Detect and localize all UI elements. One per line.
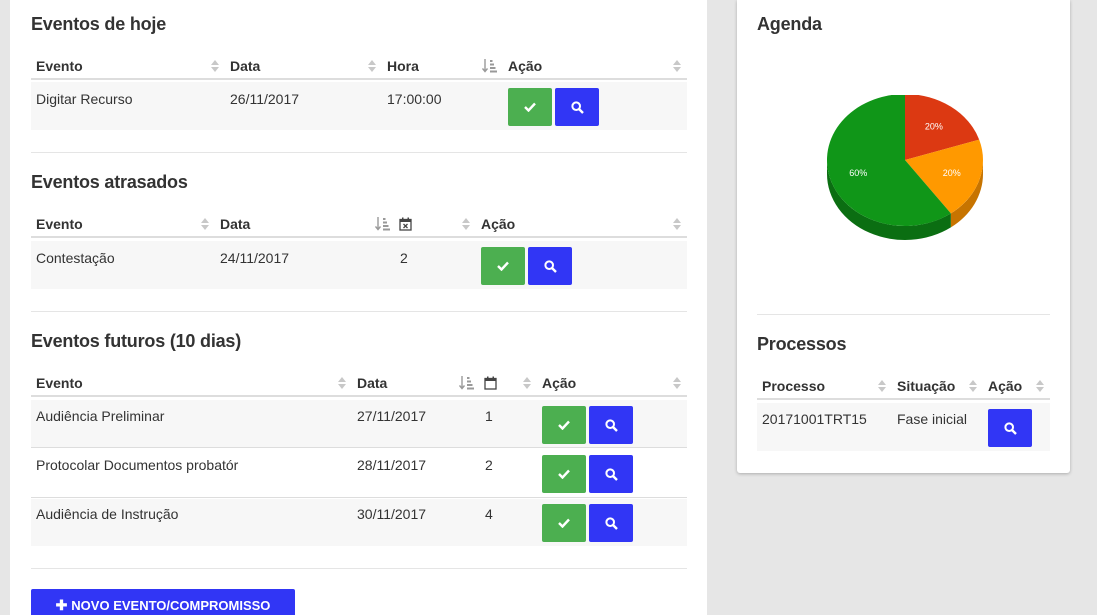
complete-button[interactable] bbox=[542, 455, 586, 493]
event-name: Audiência de Instrução bbox=[36, 506, 179, 522]
future-events-title: Eventos futuros (10 dias) bbox=[31, 331, 242, 351]
new-event-label: NOVO EVENTO/COMPROMISSO bbox=[71, 598, 271, 613]
search-icon bbox=[604, 516, 618, 530]
search-icon bbox=[604, 467, 618, 481]
days-late: 2 bbox=[400, 250, 408, 266]
col-situacao-header[interactable]: Situação bbox=[897, 374, 955, 398]
col-acao-header[interactable]: Ação bbox=[508, 54, 542, 78]
check-icon bbox=[524, 102, 536, 112]
table-row: Audiência de Instrução 30/11/2017 4 bbox=[31, 499, 687, 546]
check-icon bbox=[558, 469, 570, 479]
event-date: 27/11/2017 bbox=[357, 408, 427, 424]
sort-icon[interactable] bbox=[338, 376, 346, 390]
pie-slice-label: 20% bbox=[925, 121, 943, 131]
table-row: Audiência Preliminar 27/11/2017 1 bbox=[31, 400, 687, 448]
table-row: Digitar Recurso 26/11/2017 17:00:00 bbox=[31, 82, 687, 130]
event-name: Protocolar Documentos probatór bbox=[36, 457, 239, 473]
view-button[interactable] bbox=[555, 88, 599, 126]
event-name: Digitar Recurso bbox=[36, 91, 133, 107]
days-until: 2 bbox=[485, 457, 493, 473]
view-button[interactable] bbox=[589, 504, 633, 542]
sort-ascending-icon[interactable] bbox=[482, 58, 498, 74]
sort-icon[interactable] bbox=[673, 217, 681, 231]
pie-slices bbox=[827, 95, 983, 226]
search-icon bbox=[604, 418, 618, 432]
search-icon bbox=[1003, 421, 1017, 435]
sort-icon[interactable] bbox=[878, 379, 886, 393]
processos-title: Processos bbox=[757, 334, 847, 354]
sort-ascending-icon[interactable] bbox=[459, 375, 475, 391]
check-icon bbox=[558, 420, 570, 430]
view-button[interactable] bbox=[589, 455, 633, 493]
col-data-header[interactable]: Data bbox=[357, 371, 387, 395]
processo-number: 20171001TRT15 bbox=[762, 411, 867, 427]
days-until: 1 bbox=[485, 408, 493, 424]
table-row: 20171001TRT15 Fase inicial bbox=[757, 403, 1050, 451]
event-name: Audiência Preliminar bbox=[36, 408, 165, 424]
col-evento-header[interactable]: Evento bbox=[36, 54, 83, 78]
sort-ascending-icon[interactable] bbox=[375, 216, 391, 232]
col-data-header[interactable]: Data bbox=[230, 54, 260, 78]
agenda-pie-chart: 20% 20% 60% bbox=[827, 95, 983, 241]
processos-table-header: Processo Situação Ação bbox=[757, 374, 1050, 400]
sort-icon[interactable] bbox=[368, 59, 376, 73]
complete-button[interactable] bbox=[481, 247, 525, 285]
today-table-header: Evento Data Hora Ação bbox=[31, 54, 687, 80]
view-button[interactable] bbox=[988, 409, 1032, 447]
days-until: 4 bbox=[485, 506, 493, 522]
event-date: 28/11/2017 bbox=[357, 457, 427, 473]
pie-slice-label: 20% bbox=[943, 168, 961, 178]
calendar-overdue-icon[interactable] bbox=[399, 217, 412, 231]
view-button[interactable] bbox=[528, 247, 572, 285]
divider bbox=[31, 152, 687, 153]
col-acao-header[interactable]: Ação bbox=[988, 374, 1022, 398]
col-data-header[interactable]: Data bbox=[220, 212, 250, 236]
calendar-icon[interactable] bbox=[484, 376, 497, 390]
search-icon bbox=[543, 259, 557, 273]
sort-icon[interactable] bbox=[969, 379, 977, 393]
divider bbox=[757, 314, 1050, 315]
future-table-header: Evento Data Ação bbox=[31, 371, 687, 397]
view-button[interactable] bbox=[589, 406, 633, 444]
sort-icon[interactable] bbox=[673, 59, 681, 73]
search-icon bbox=[570, 100, 584, 114]
sort-icon[interactable] bbox=[201, 217, 209, 231]
complete-button[interactable] bbox=[542, 406, 586, 444]
col-hora-header[interactable]: Hora bbox=[387, 54, 419, 78]
late-events-title: Eventos atrasados bbox=[31, 172, 188, 192]
col-acao-header[interactable]: Ação bbox=[481, 212, 515, 236]
late-table-header: Evento Data Ação bbox=[31, 212, 687, 238]
today-events-title: Eventos de hoje bbox=[31, 14, 167, 34]
divider bbox=[31, 568, 687, 569]
complete-button[interactable] bbox=[508, 88, 552, 126]
sort-icon[interactable] bbox=[462, 217, 470, 231]
check-icon bbox=[497, 261, 509, 271]
col-evento-header[interactable]: Evento bbox=[36, 371, 83, 395]
event-name: Contestação bbox=[36, 250, 115, 266]
event-time: 17:00:00 bbox=[387, 91, 442, 107]
col-processo-header[interactable]: Processo bbox=[762, 374, 825, 398]
event-date: 24/11/2017 bbox=[220, 250, 290, 266]
processo-status: Fase inicial bbox=[897, 411, 968, 427]
sort-icon[interactable] bbox=[523, 376, 531, 390]
check-icon bbox=[558, 518, 570, 528]
complete-button[interactable] bbox=[542, 504, 586, 542]
plus-icon: ✚ bbox=[55, 597, 68, 613]
divider bbox=[31, 311, 687, 312]
pie-slice-label: 60% bbox=[849, 168, 867, 178]
table-row: Protocolar Documentos probatór 28/11/201… bbox=[31, 449, 687, 498]
col-evento-header[interactable]: Evento bbox=[36, 212, 83, 236]
event-date: 26/11/2017 bbox=[230, 91, 300, 107]
col-acao-header[interactable]: Ação bbox=[542, 371, 576, 395]
sort-icon[interactable] bbox=[1036, 379, 1044, 393]
table-row: Contestação 24/11/2017 2 bbox=[31, 241, 687, 289]
agenda-title: Agenda bbox=[757, 14, 822, 34]
sort-icon[interactable] bbox=[211, 59, 219, 73]
new-event-button[interactable]: ✚ NOVO EVENTO/COMPROMISSO bbox=[31, 589, 295, 615]
event-date: 30/11/2017 bbox=[357, 506, 427, 522]
sort-icon[interactable] bbox=[673, 376, 681, 390]
